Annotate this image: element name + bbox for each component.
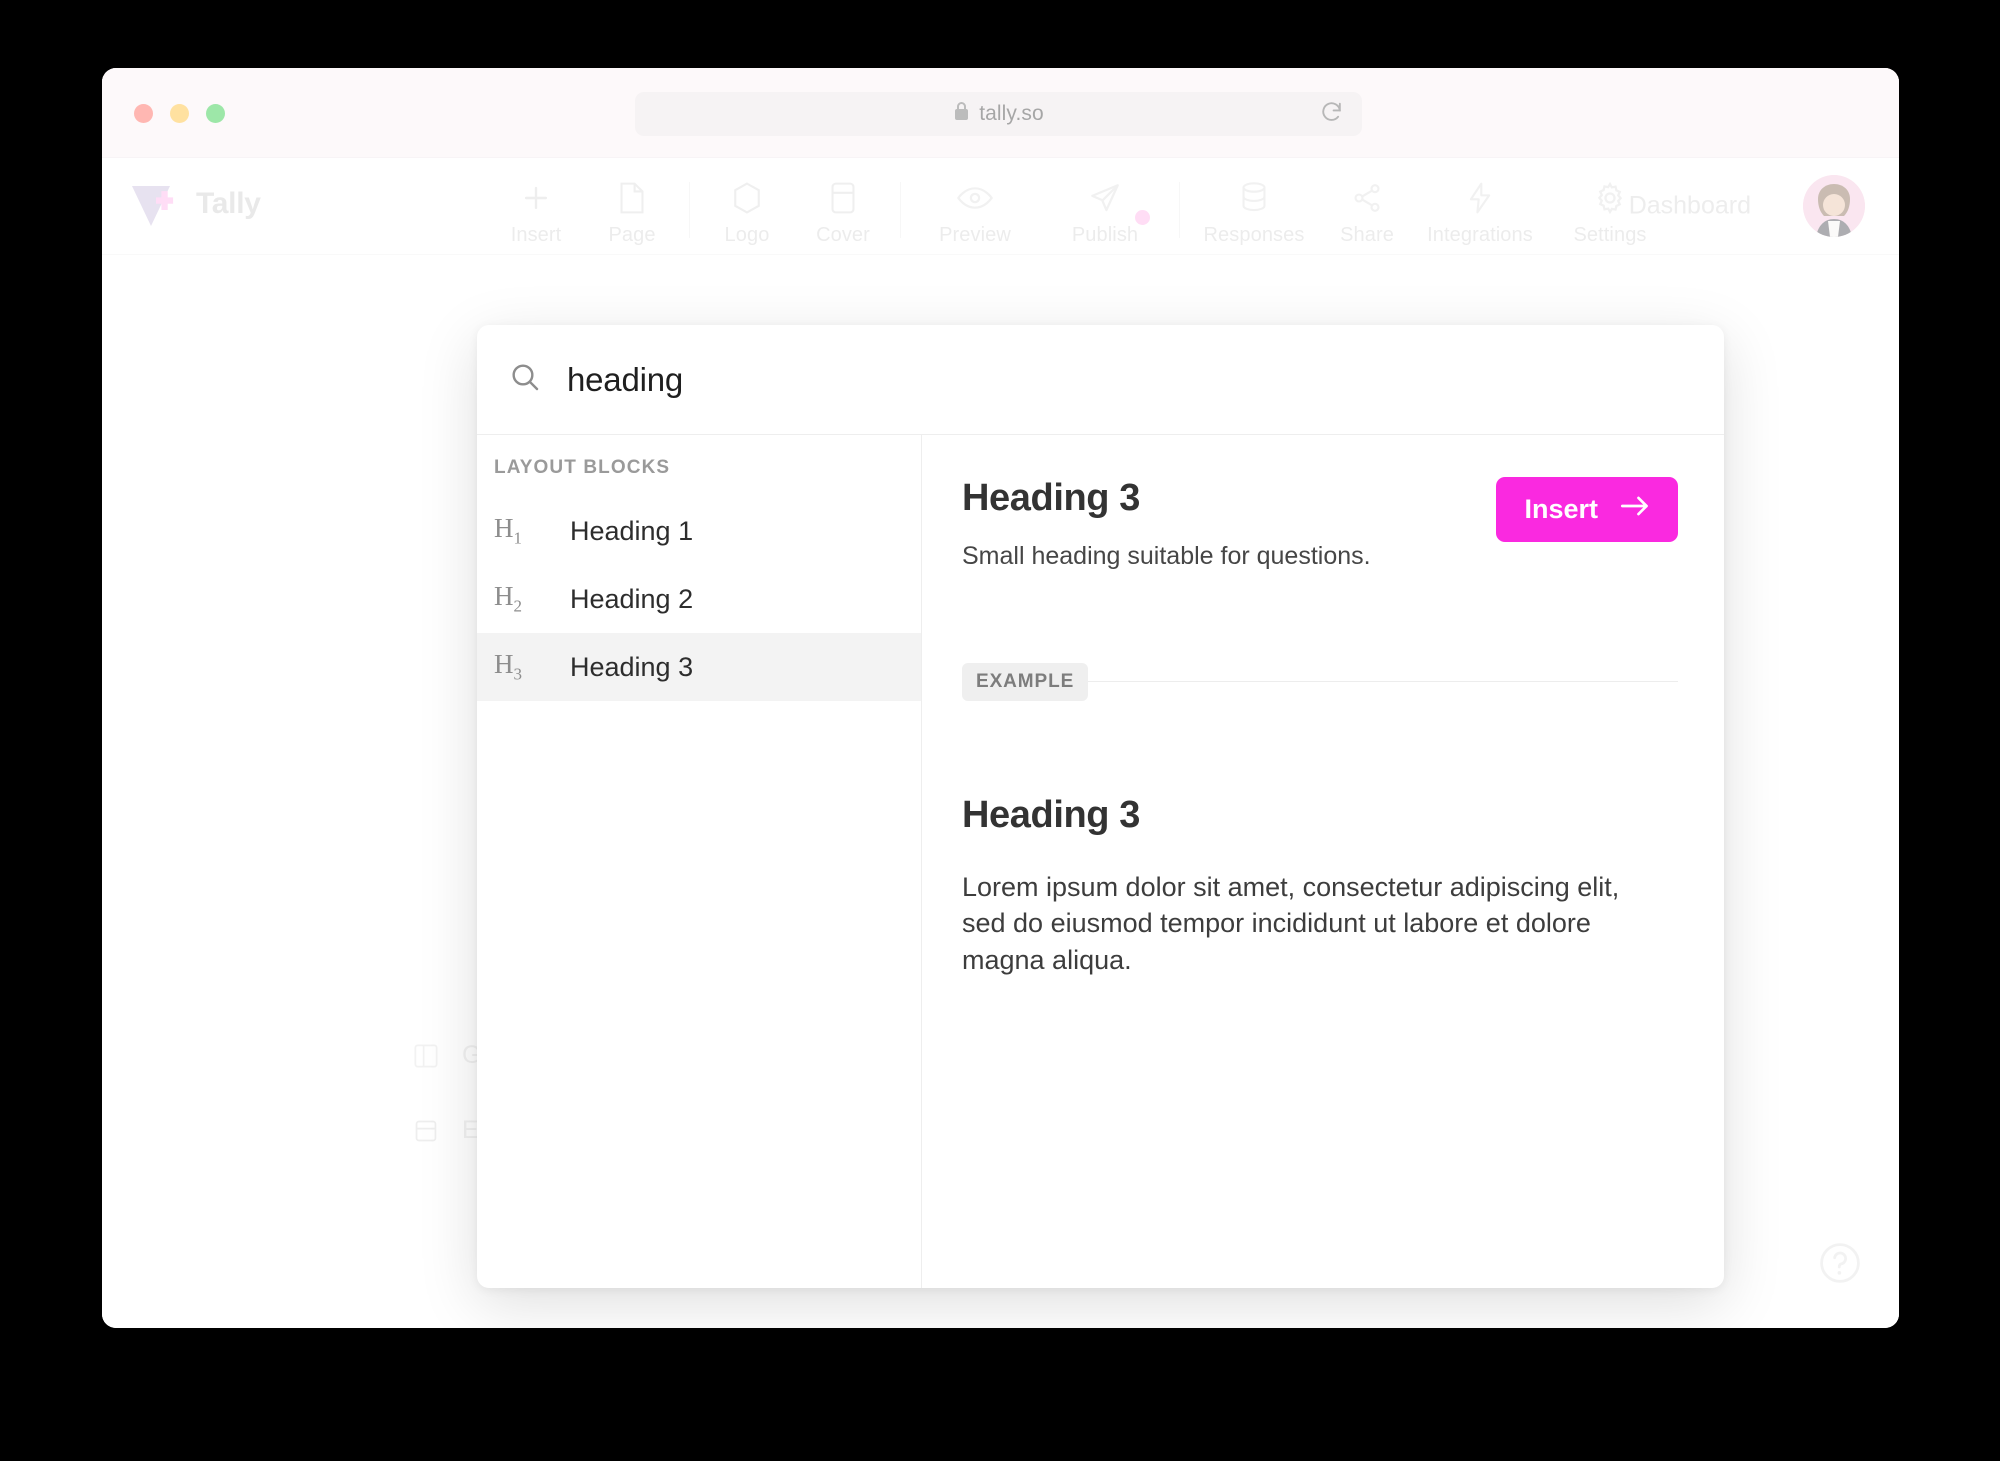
block-item-label: Heading 3 <box>570 651 694 682</box>
insert-button-label: Insert <box>1524 494 1598 524</box>
block-search-row[interactable]: heading <box>477 325 1724 435</box>
block-item-heading-1[interactable]: H1 Heading 1 <box>477 497 921 565</box>
h2-icon: H2 <box>494 581 522 616</box>
insert-button[interactable]: Insert <box>1496 477 1678 542</box>
block-item-label: Heading 1 <box>570 515 694 546</box>
block-detail-description: Small heading suitable for questions. <box>962 542 1371 570</box>
h1-icon: H1 <box>494 513 522 548</box>
screen: tally.so Tally <box>0 0 2000 1461</box>
search-icon <box>509 361 541 398</box>
block-item-heading-2[interactable]: H2 Heading 2 <box>477 565 921 633</box>
search-input[interactable]: heading <box>567 361 683 399</box>
example-badge: EXAMPLE <box>962 662 1089 701</box>
insert-block-modal: heading LAYOUT BLOCKS H1 Heading 1 H2 He… <box>477 325 1724 1288</box>
example-divider: EXAMPLE <box>962 662 1678 701</box>
modal-body: LAYOUT BLOCKS H1 Heading 1 H2 Heading 2 … <box>477 435 1724 1288</box>
block-detail-header: Heading 3 Small heading suitable for que… <box>962 477 1678 571</box>
example-preview: Heading 3 Lorem ipsum dolor sit amet, co… <box>962 794 1678 978</box>
block-item-heading-3[interactable]: H3 Heading 3 <box>477 633 921 701</box>
block-list-sidebar: LAYOUT BLOCKS H1 Heading 1 H2 Heading 2 … <box>477 435 922 1288</box>
h3-icon: H3 <box>494 649 522 684</box>
example-paragraph: Lorem ipsum dolor sit amet, consectetur … <box>962 872 1620 975</box>
block-item-label: Heading 2 <box>570 583 694 614</box>
arrow-right-icon <box>1620 494 1650 525</box>
block-detail-title: Heading 3 <box>962 477 1140 519</box>
example-heading: Heading 3 <box>962 794 1140 836</box>
block-group-label: LAYOUT BLOCKS <box>494 457 671 478</box>
browser-window: tally.so Tally <box>102 68 1899 1328</box>
block-detail-panel: Heading 3 Small heading suitable for que… <box>922 435 1724 1288</box>
